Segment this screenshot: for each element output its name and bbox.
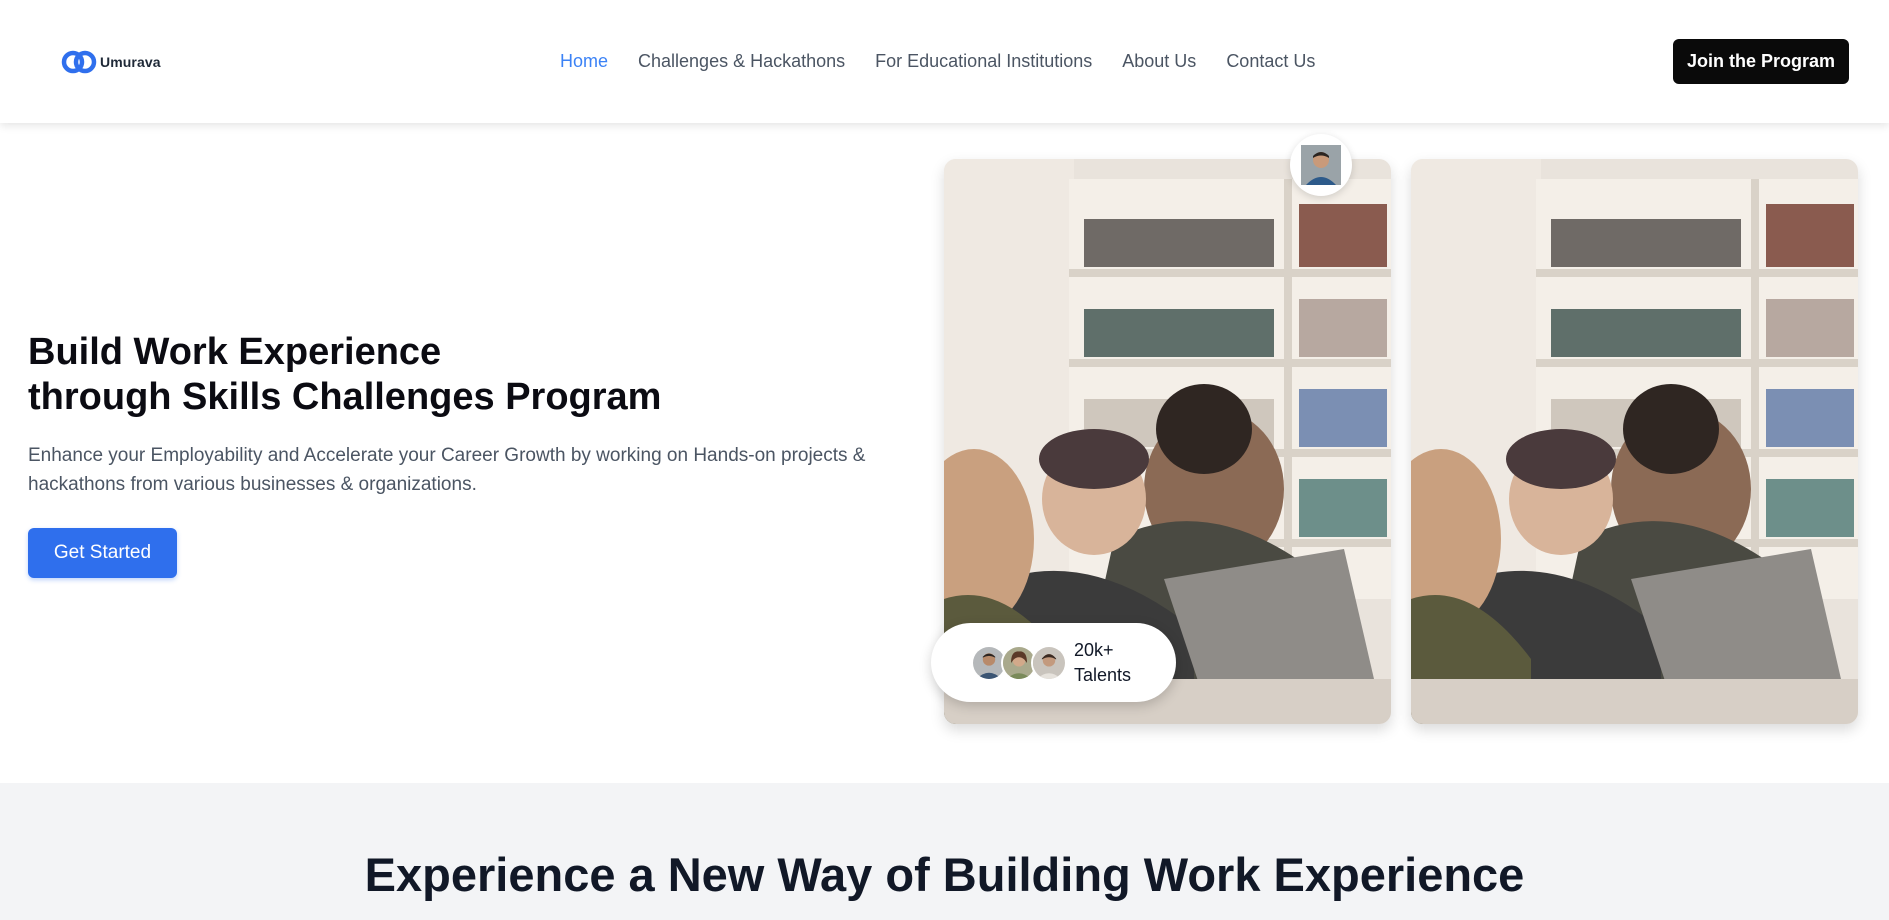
experience-section: Experience a New Way of Building Work Ex… xyxy=(0,783,1889,920)
talent-avatar-3 xyxy=(1031,644,1067,681)
site-header: Umurava Home Challenges & Hackathons For… xyxy=(0,0,1889,123)
logo-text: Umurava xyxy=(100,54,161,70)
nav-challenges-hackathons[interactable]: Challenges & Hackathons xyxy=(638,51,845,72)
logo[interactable]: Umurava xyxy=(60,48,161,76)
nav-contact-us[interactable]: Contact Us xyxy=(1226,51,1315,72)
hero-subtitle: Enhance your Employability and Accelerat… xyxy=(28,445,866,495)
nav-about-us[interactable]: About Us xyxy=(1122,51,1196,72)
hero-title-line-2: through Skills Challenges Program xyxy=(28,376,662,418)
hero-title: Build Work Experience through Skills Cha… xyxy=(28,330,661,420)
nav-educational-institutions[interactable]: For Educational Institutions xyxy=(875,51,1092,72)
user-avatar-icon xyxy=(1033,646,1065,679)
talents-badge: 20k+ Talents xyxy=(931,623,1176,702)
join-program-button[interactable]: Join the Program xyxy=(1673,39,1849,84)
talents-label: Talents xyxy=(1074,664,1132,685)
talent-avatars xyxy=(971,644,1071,681)
hero-title-line-1: Build Work Experience xyxy=(28,331,442,373)
section-title: Experience a New Way of Building Work Ex… xyxy=(364,848,1525,901)
get-started-button[interactable]: Get Started xyxy=(28,528,177,578)
user-avatar-icon xyxy=(1301,145,1341,185)
nav-home[interactable]: Home xyxy=(560,51,608,72)
hero-image-2 xyxy=(1411,159,1858,724)
main-nav: Home Challenges & Hackathons For Educati… xyxy=(560,51,1315,72)
logo-icon xyxy=(61,50,97,74)
talents-text: 20k+ Talents xyxy=(1074,638,1131,688)
talents-count: 20k+ xyxy=(1074,639,1114,660)
students-laptop-photo-icon xyxy=(1411,159,1858,724)
featured-avatar xyxy=(1290,134,1352,196)
